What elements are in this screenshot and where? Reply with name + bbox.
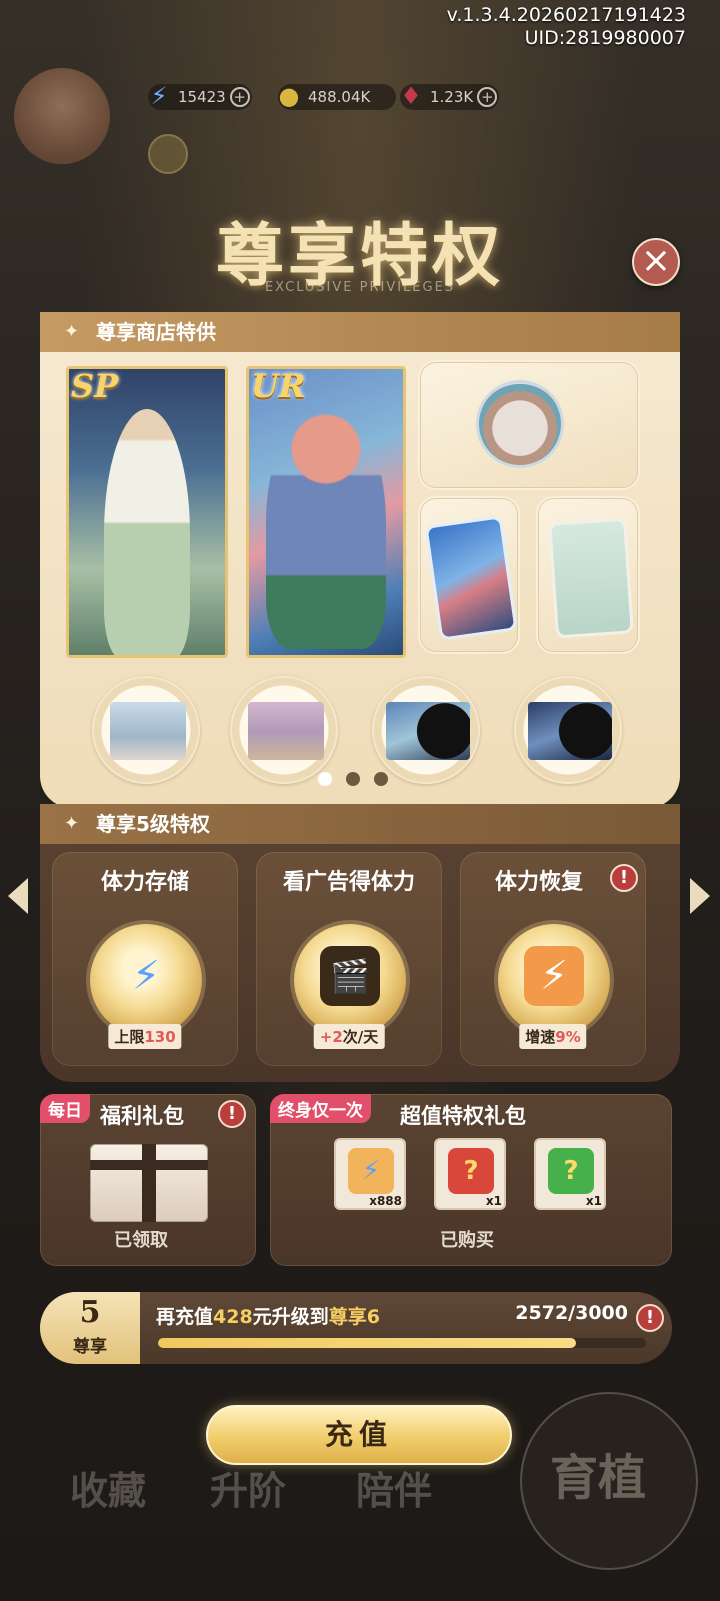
reward-slot-green-dice[interactable]: ? x1 <box>534 1138 606 1210</box>
recharge-button[interactable]: 充值 <box>206 1405 512 1465</box>
daily-gift-panel[interactable]: 每日 福利礼包 ! 已领取 <box>40 1094 256 1266</box>
coin-icon: ● <box>278 82 300 110</box>
privilege-energy-storage[interactable]: 体力存储 ⚡ 上限130 <box>52 852 238 1066</box>
rarity-label: UR <box>251 367 306 405</box>
next-arrow-icon[interactable] <box>690 878 710 914</box>
progress-bar <box>158 1338 646 1348</box>
sp-card[interactable]: SP <box>66 366 228 658</box>
nurture-button[interactable]: 育植 <box>520 1392 698 1570</box>
privilege-ad-energy[interactable]: 看广告得体力 🎬 +2次/天 <box>256 852 442 1066</box>
shop-panel: ✦ 尊享商店特供 SP UR <box>40 312 680 808</box>
reward-slot-red-dice[interactable]: ? x1 <box>434 1138 506 1210</box>
energy-speed-icon: ⚡ <box>524 946 584 1006</box>
daily-gift-title: 福利礼包 <box>100 1104 184 1128</box>
page-dot-2[interactable] <box>346 772 360 786</box>
medal: ⚡ <box>498 924 610 1036</box>
add-gem-button[interactable]: + <box>477 87 498 107</box>
acrylic-card-item[interactable] <box>418 496 520 654</box>
ticket-icon <box>548 517 634 639</box>
prev-arrow-icon[interactable] <box>8 878 28 914</box>
version-info: v.1.3.4.20260217191423 UID:2819980007 <box>446 4 686 49</box>
privilege-energy-recovery[interactable]: 体力恢复 ! ⚡ 增速9% <box>460 852 646 1066</box>
lifetime-gift-panel[interactable]: 终身仅一次 超值特权礼包 ⚡ x888 ? x1 ? x1 已购买 <box>270 1094 672 1266</box>
settings-icon <box>148 134 188 174</box>
character-figure <box>266 399 386 649</box>
gem-counter: ♦ 1.23K + <box>400 83 500 110</box>
coin-counter: ● 488.04K <box>278 83 397 110</box>
daily-tag: 每日 <box>40 1094 90 1123</box>
record-image <box>386 702 470 760</box>
ur-card[interactable]: UR <box>246 366 406 658</box>
shop-header: ✦ 尊享商店特供 <box>40 312 680 352</box>
sparkle-icon: ✦ <box>64 813 80 834</box>
vip-progress: 5 尊享 再充值428元升级到尊享6 2572/3000 ! <box>40 1292 672 1364</box>
daily-gift-status: 已领取 <box>114 1230 168 1251</box>
medal: 🎬 <box>294 924 406 1036</box>
record-image <box>528 702 612 760</box>
avatar <box>14 68 110 164</box>
nav-upgrade[interactable]: 升阶 <box>210 1460 286 1515</box>
gift-box-icon <box>90 1144 208 1222</box>
scene-item-1[interactable] <box>92 676 200 784</box>
close-button[interactable]: × <box>632 238 680 286</box>
energy-icon: ⚡ <box>348 1148 394 1194</box>
energy-icon: ⚡ <box>150 82 168 110</box>
reward-slot-energy[interactable]: ⚡ x888 <box>334 1138 406 1210</box>
info-icon[interactable]: ! <box>218 1100 246 1128</box>
badge-pin-icon <box>476 380 564 468</box>
green-dice-icon: ? <box>548 1148 594 1194</box>
privilege-value: 增速9% <box>519 1024 587 1049</box>
record-item-2[interactable] <box>514 676 622 784</box>
lifetime-gift-title: 超值特权礼包 <box>400 1104 526 1128</box>
nav-collect[interactable]: 收藏 <box>70 1460 146 1515</box>
acrylic-card-icon <box>424 515 518 641</box>
gem-icon: ♦ <box>400 82 422 110</box>
rarity-label: SP <box>71 367 119 405</box>
privilege-value: 上限130 <box>108 1024 182 1049</box>
upgrade-text: 再充值428元升级到尊享6 <box>156 1306 380 1328</box>
record-item-1[interactable] <box>372 676 480 784</box>
badge-item[interactable] <box>418 360 640 490</box>
add-energy-button[interactable]: + <box>229 87 250 107</box>
energy-counter: ⚡ 15423 + <box>148 83 252 110</box>
lifetime-tag: 终身仅一次 <box>270 1094 371 1123</box>
sparkle-icon: ✦ <box>64 321 80 342</box>
character-figure <box>104 409 190 655</box>
ticket-item[interactable] <box>536 496 640 654</box>
red-dice-icon: ? <box>448 1148 494 1194</box>
privilege-value: +2次/天 <box>313 1024 385 1049</box>
info-icon[interactable]: ! <box>636 1304 664 1332</box>
privilege-panel: ✦ 尊享5级特权 体力存储 ⚡ 上限130 看广告得体力 🎬 +2次/天 体力恢… <box>40 804 680 1082</box>
progress-fill <box>158 1338 577 1348</box>
privilege-header: ✦ 尊享5级特权 <box>40 804 680 844</box>
medal: ⚡ <box>90 924 202 1036</box>
scene-image <box>110 702 186 760</box>
modal-subtitle: EXCLUSIVE PRIVILEGES <box>264 280 456 295</box>
scene-item-2[interactable] <box>230 676 338 784</box>
energy-up-icon: ⚡ <box>131 953 161 999</box>
page-dot-3[interactable] <box>374 772 388 786</box>
nav-companion[interactable]: 陪伴 <box>356 1460 432 1515</box>
lifetime-gift-status: 已购买 <box>440 1230 494 1251</box>
info-icon[interactable]: ! <box>610 864 638 892</box>
scene-image <box>248 702 324 760</box>
vip-level-badge: 5 尊享 <box>40 1292 140 1364</box>
progress-count: 2572/3000 <box>515 1302 628 1324</box>
clapperboard-icon: 🎬 <box>320 946 380 1006</box>
page-dot-1[interactable] <box>318 772 332 786</box>
